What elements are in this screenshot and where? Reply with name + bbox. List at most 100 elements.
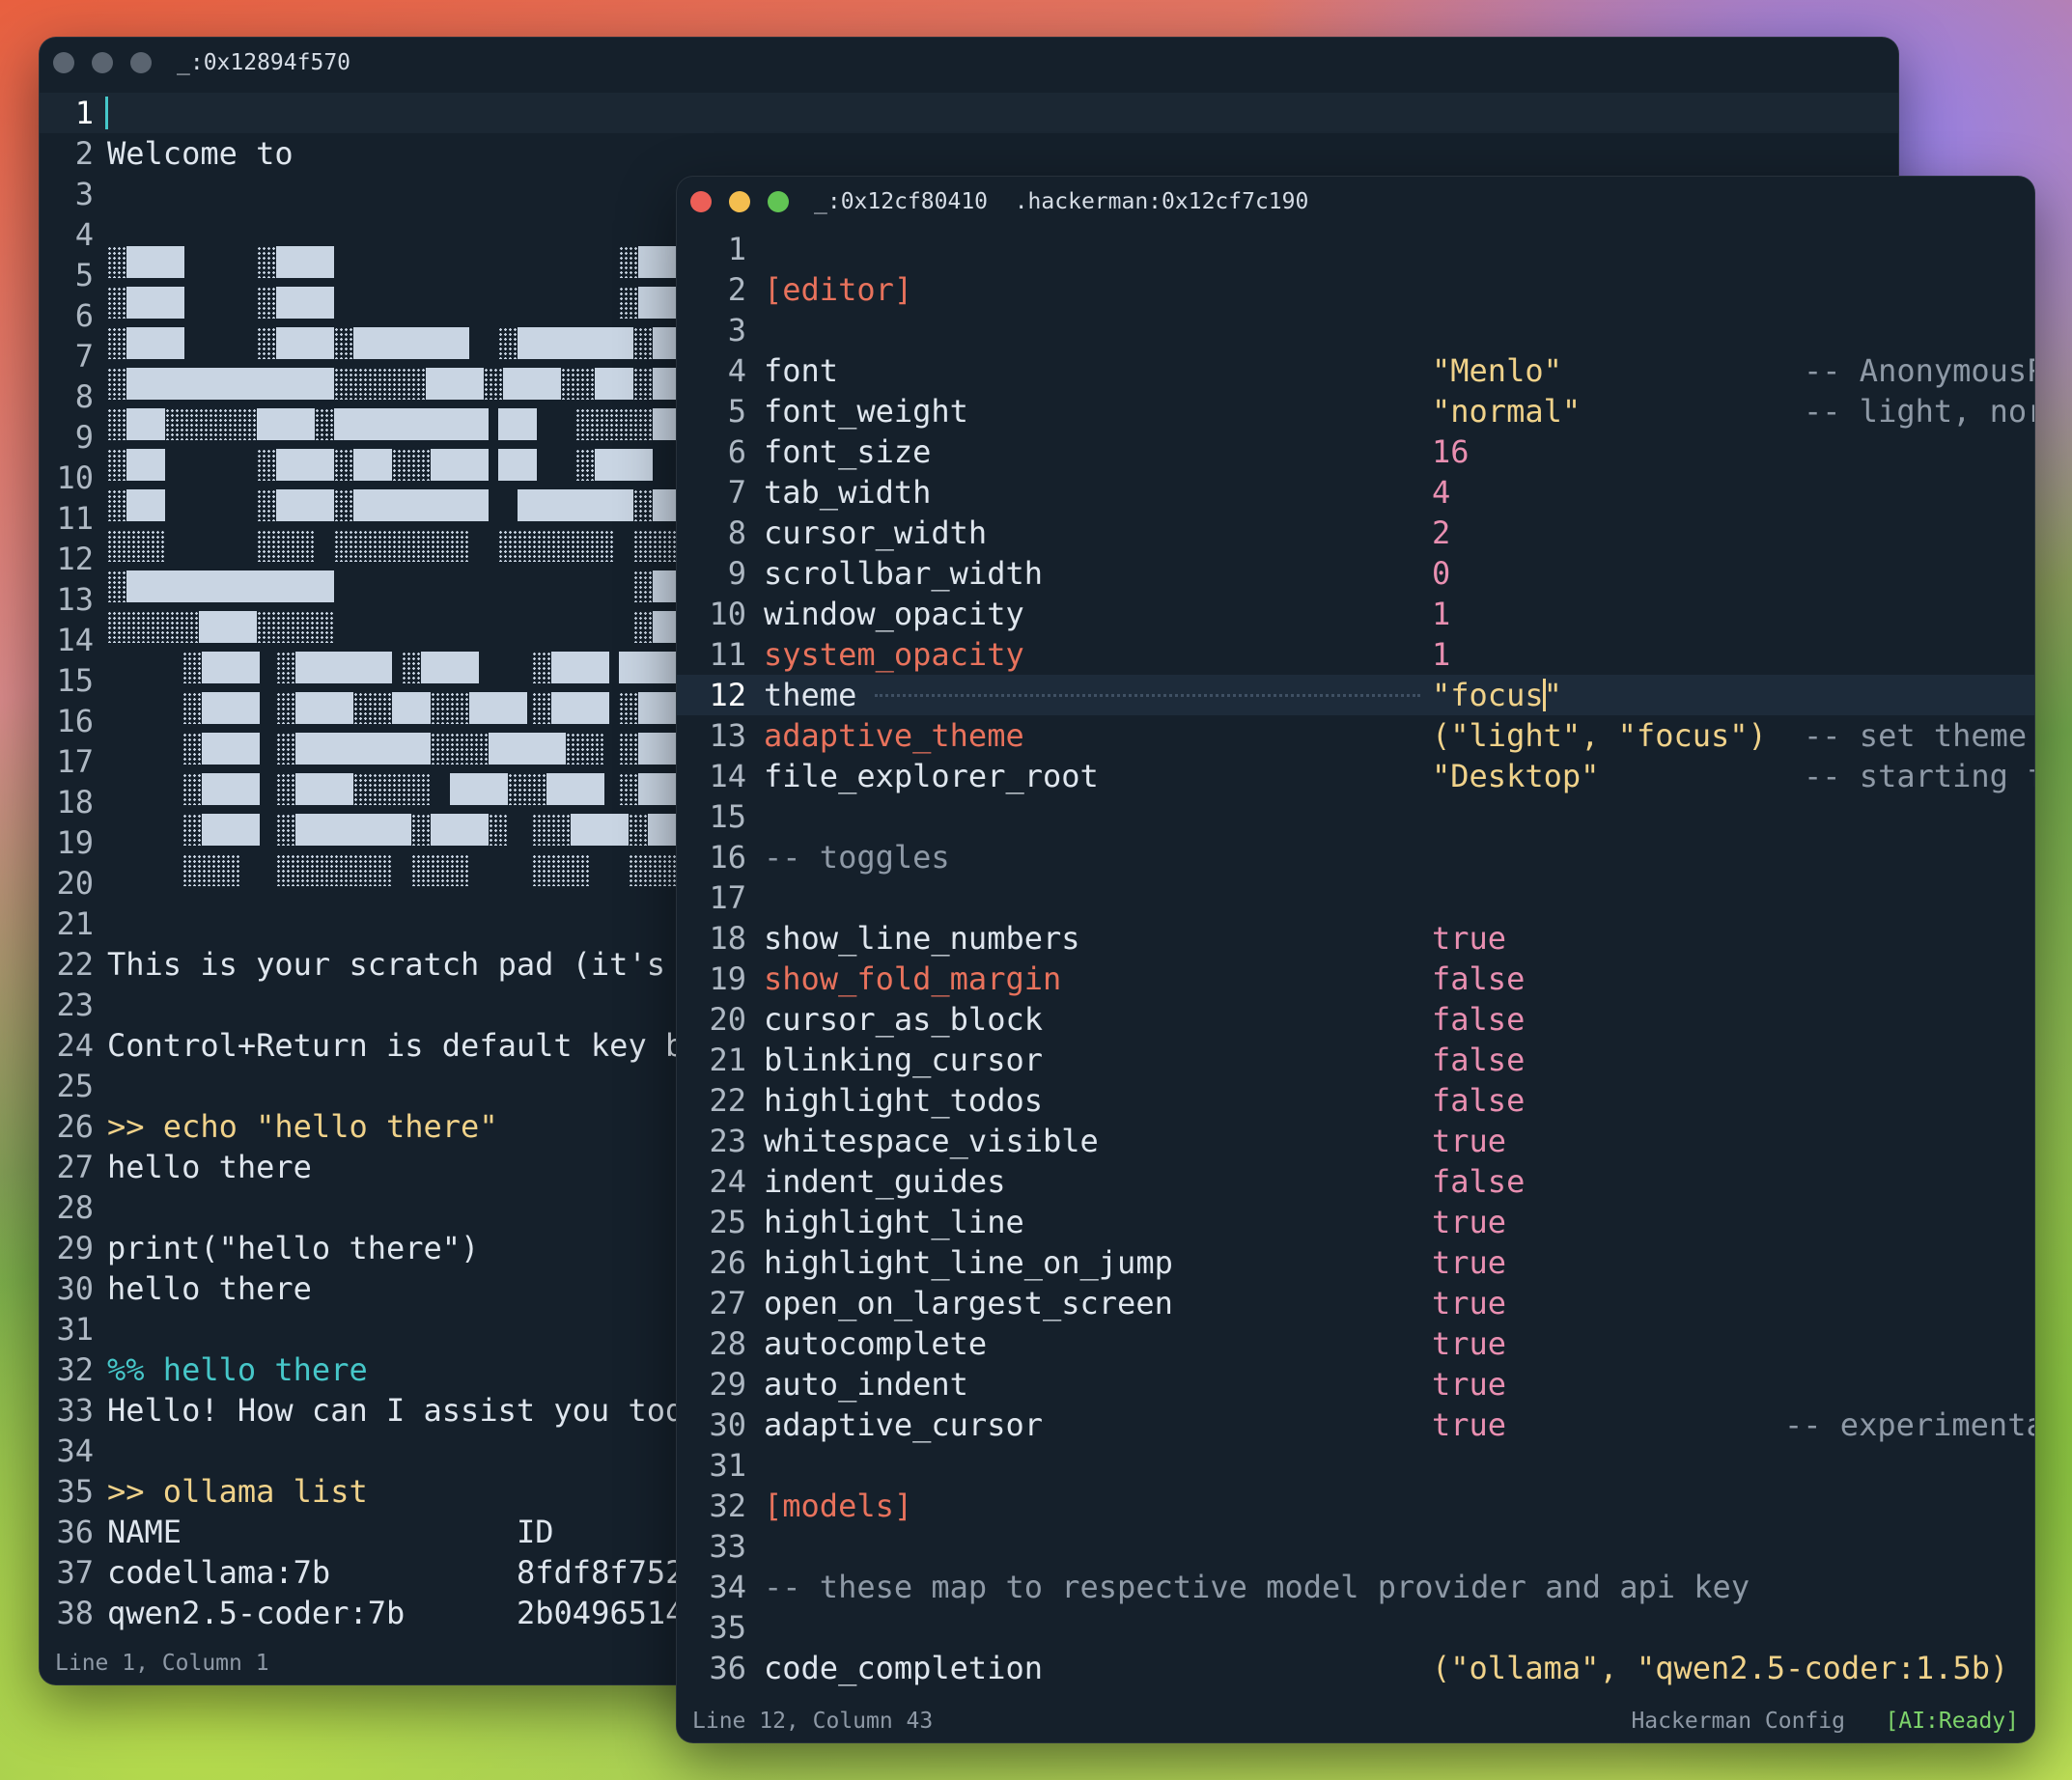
banner-pixel-block [107,368,126,400]
title-bar[interactable]: _:0x12894f570 [40,38,1898,88]
banner-pixel-block [633,368,653,400]
line-number: 12 [709,677,746,713]
banner-pixel-block [489,814,508,846]
editor-line: 36 code_completion ("ollama", "qwen2.5-cod… [677,1648,2034,1688]
ascii-art-banner [107,246,725,886]
config-key: indent_guides [764,1163,1006,1200]
banner-pixel-block [546,773,604,805]
banner-pixel-block [619,733,638,765]
close-button[interactable] [53,52,74,73]
editor-line: 35 [677,1607,2034,1648]
config-value: 0 [1432,555,1451,592]
line-number: 3 [74,176,94,212]
banner-pixel-block [126,327,184,359]
banner-pixel-block [107,449,126,481]
banner-pixel-block [107,246,126,278]
banner-pixel-block [633,489,653,521]
banner-pixel-block [126,449,165,481]
banner-pixel-block [276,652,295,683]
minimize-button[interactable] [92,52,113,73]
prompt-marker: >> [107,1473,163,1510]
zoom-button[interactable] [768,191,789,212]
banner-pixel-block [276,692,295,724]
config-value: true [1432,1285,1507,1321]
cursor-position: Line 12, Column 43 [692,1709,934,1734]
line-number: 30 [56,1270,94,1307]
minimize-button[interactable] [729,191,750,212]
editor-line: 30 adaptive_cursor true -- experimenta [677,1405,2034,1445]
banner-pixel-block [503,368,561,400]
line-content: Hello! How can I assist you tod [107,1392,685,1429]
status-bar: Line 12, Column 43 Hackerman Config [AI:… [677,1700,2034,1742]
code-text: print("hello there") [107,1228,479,1268]
line-number: 16 [709,839,746,876]
zoom-button[interactable] [130,52,152,73]
inline-comment: -- starting f [1804,758,2034,794]
line-number: 8 [727,515,746,551]
banner-pixel-block [257,287,276,319]
line-number: 34 [56,1432,94,1469]
config-value: ("ollama", "qwen2.5-coder:1.5b) [1432,1650,2009,1686]
banner-pixel-block [126,489,165,521]
line-number: 32 [56,1351,94,1388]
inline-comment: -- experimenta [1784,1406,2034,1443]
banner-pixel-block [276,327,334,359]
banner-pixel-block [629,814,648,846]
line-number: 28 [56,1189,94,1226]
banner-pixel-block [257,489,276,521]
line-number: 12 [56,541,94,577]
line-number: 7 [727,474,746,511]
code-text: codellama:7b [107,1552,330,1593]
line-number: 7 [74,338,94,375]
editor-line: 18 show_line_numbers true [677,918,2034,959]
banner-pixel-block [575,449,595,481]
editor-line: 15 [677,796,2034,837]
editor-line: 3 [677,310,2034,350]
banner-pixel-block [561,368,595,400]
editor-line: 17 [677,877,2034,918]
banner-pixel-block [182,773,202,805]
title-bar[interactable]: _:0x12cf80410 .hackerman:0x12cf7c190 [677,177,2034,227]
config-key: blinking_cursor [764,1042,1043,1078]
file-type-label: Hackerman Config [1631,1709,1845,1734]
config-value: true [1432,1366,1507,1403]
config-value: false [1432,1001,1526,1038]
config-key: adaptive_cursor [764,1406,1043,1443]
line-number: 29 [56,1230,94,1266]
banner-pixel-block [353,692,392,724]
code-text: >> echo "hello there" [107,1106,498,1147]
editor-line: 14 file_explorer_root "Desktop" -- starting… [677,756,2034,796]
banner-pixel-block [450,773,508,805]
banner-pixel-block [276,489,334,521]
banner-pixel-block [508,773,546,805]
banner-pixel-block [107,287,126,319]
config-window[interactable]: _:0x12cf80410 .hackerman:0x12cf7c190 1 2[… [676,176,2035,1743]
banner-pixel-block [257,449,276,481]
line-number: 29 [709,1366,746,1403]
banner-pixel-block [202,773,260,805]
line-content: This is your scratch pad (it's [107,946,665,983]
close-button[interactable] [690,191,712,212]
banner-pixel-block [182,692,202,724]
banner-pixel-block [276,287,334,319]
line-number: 4 [74,216,94,253]
editor-line: 8 cursor_width 2 [677,513,2034,553]
banner-pixel-block [182,854,240,886]
banner-pixel-block [295,814,411,846]
line-number: 28 [709,1325,746,1362]
line-number: 31 [709,1447,746,1484]
line-number: 21 [56,905,94,942]
editor-line: 19 show_fold_margin false [677,959,2034,999]
banner-pixel-block [107,408,126,440]
editor-line: 11 system_opacity 1 [677,634,2034,675]
line-number: 18 [709,920,746,957]
editor-line: 27 open_on_largest_screen true [677,1283,2034,1323]
editor-line: 4 font "Menlo" -- AnonymousP [677,350,2034,391]
banner-pixel-block [295,773,353,805]
banner-pixel-block [595,449,653,481]
editor-text-area[interactable]: 1 2 [editor] 3 4 font "Menlo" -- AnonymousP 5 fon… [677,227,2034,1700]
config-value: true [1432,1244,1507,1281]
banner-pixel-block [421,652,479,683]
line-content: Control+Return is default key b [107,1027,685,1064]
banner-pixel-block [402,652,421,683]
